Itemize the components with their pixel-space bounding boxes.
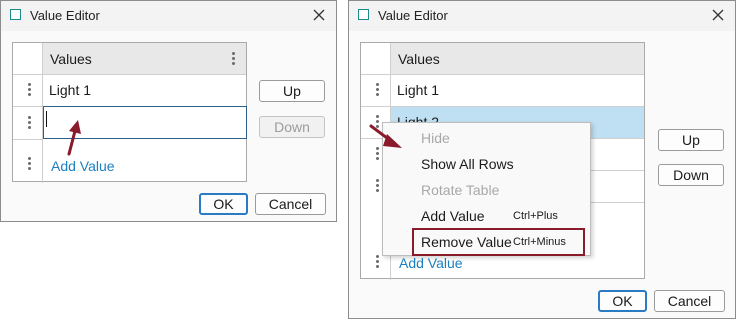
down-button[interactable]: Down bbox=[259, 116, 325, 138]
column-menu-icon[interactable] bbox=[232, 52, 236, 67]
left-values-table: Values Light 1 Add Value bbox=[12, 42, 247, 183]
add-value-link[interactable]: Add Value bbox=[399, 255, 463, 271]
text-caret bbox=[46, 111, 47, 127]
left-dialog-title: Value Editor bbox=[30, 8, 100, 23]
menu-item-rotate-table[interactable]: Rotate Table bbox=[383, 177, 590, 203]
left-title-bar: Value Editor bbox=[1, 1, 336, 31]
add-value-link[interactable]: Add Value bbox=[51, 158, 115, 174]
drag-handle-icon[interactable] bbox=[28, 83, 32, 98]
annotation-arrow-icon bbox=[369, 124, 402, 148]
drag-handle-icon[interactable] bbox=[376, 179, 380, 194]
app-window-icon bbox=[10, 9, 21, 20]
values-column-header: Values bbox=[398, 51, 440, 67]
menu-item-show-all-rows[interactable]: Show All Rows bbox=[383, 151, 590, 177]
close-icon[interactable] bbox=[709, 6, 727, 24]
ok-button[interactable]: OK bbox=[199, 193, 248, 215]
cancel-button[interactable]: Cancel bbox=[654, 290, 725, 312]
drag-handle-icon[interactable] bbox=[28, 157, 32, 172]
drag-handle-icon[interactable] bbox=[28, 116, 32, 131]
table-row-value[interactable]: Light 1 bbox=[49, 82, 91, 98]
right-table-header: Values bbox=[390, 43, 644, 75]
close-icon[interactable] bbox=[310, 6, 328, 24]
drag-handle-icon[interactable] bbox=[376, 255, 380, 270]
values-column-header: Values bbox=[50, 51, 92, 67]
remove-value-highlight bbox=[412, 228, 585, 256]
left-table-header: Values bbox=[42, 43, 246, 75]
menu-item-hide[interactable]: Hide bbox=[383, 125, 590, 151]
shortcut-label: Ctrl+Plus bbox=[513, 210, 558, 222]
ok-button[interactable]: OK bbox=[598, 290, 647, 312]
up-button[interactable]: Up bbox=[658, 129, 724, 151]
right-dialog-title: Value Editor bbox=[378, 8, 448, 23]
table-row-value[interactable]: Light 1 bbox=[397, 82, 439, 98]
app-window-icon bbox=[358, 9, 369, 20]
left-value-editor-dialog: Value Editor Values Light 1 Add Value Up… bbox=[0, 0, 337, 222]
drag-handle-icon[interactable] bbox=[376, 147, 380, 162]
down-button[interactable]: Down bbox=[658, 164, 724, 186]
annotation-arrow-icon bbox=[67, 120, 81, 156]
drag-handle-icon[interactable] bbox=[376, 115, 380, 130]
right-value-editor-dialog: Value Editor Values Light 1 Light 2 Add … bbox=[348, 0, 736, 319]
right-title-bar: Value Editor bbox=[349, 1, 735, 31]
up-button[interactable]: Up bbox=[259, 80, 325, 102]
drag-handle-icon[interactable] bbox=[376, 83, 380, 98]
cancel-button[interactable]: Cancel bbox=[255, 193, 326, 215]
menu-item-add-value[interactable]: Add Value Ctrl+Plus bbox=[383, 203, 590, 229]
